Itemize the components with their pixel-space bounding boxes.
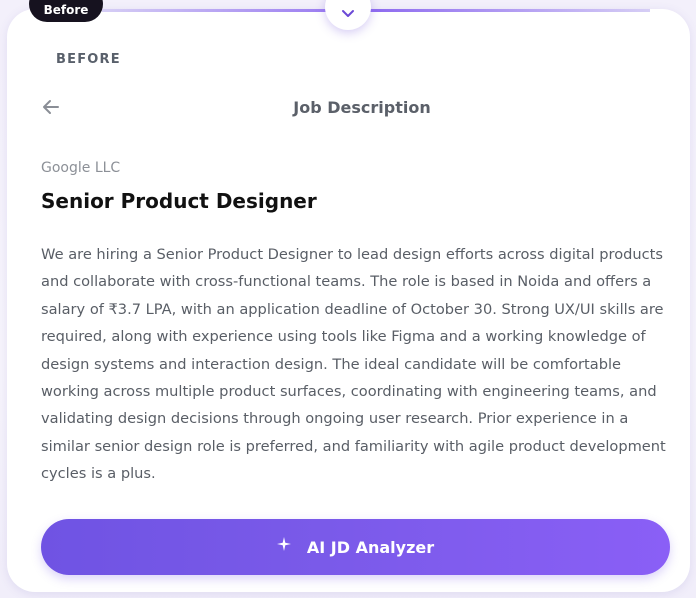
- job-description-text: We are hiring a Senior Product Designer …: [41, 246, 666, 483]
- job-title: Senior Product Designer: [41, 189, 317, 213]
- section-label: BEFORE: [56, 52, 121, 67]
- ai-jd-analyzer-label: AI JD Analyzer: [306, 537, 435, 557]
- job-description-card: BEFORE Job Description Google LLC Senior…: [7, 9, 690, 592]
- company-name: Google LLC: [41, 160, 121, 176]
- progress-line: [102, 9, 650, 12]
- before-badge: Before: [29, 0, 103, 22]
- sparkle-icon: [276, 537, 291, 551]
- page-title: Job Description: [293, 98, 431, 117]
- ai-jd-analyzer-button[interactable]: AI JD Analyzer: [41, 519, 670, 575]
